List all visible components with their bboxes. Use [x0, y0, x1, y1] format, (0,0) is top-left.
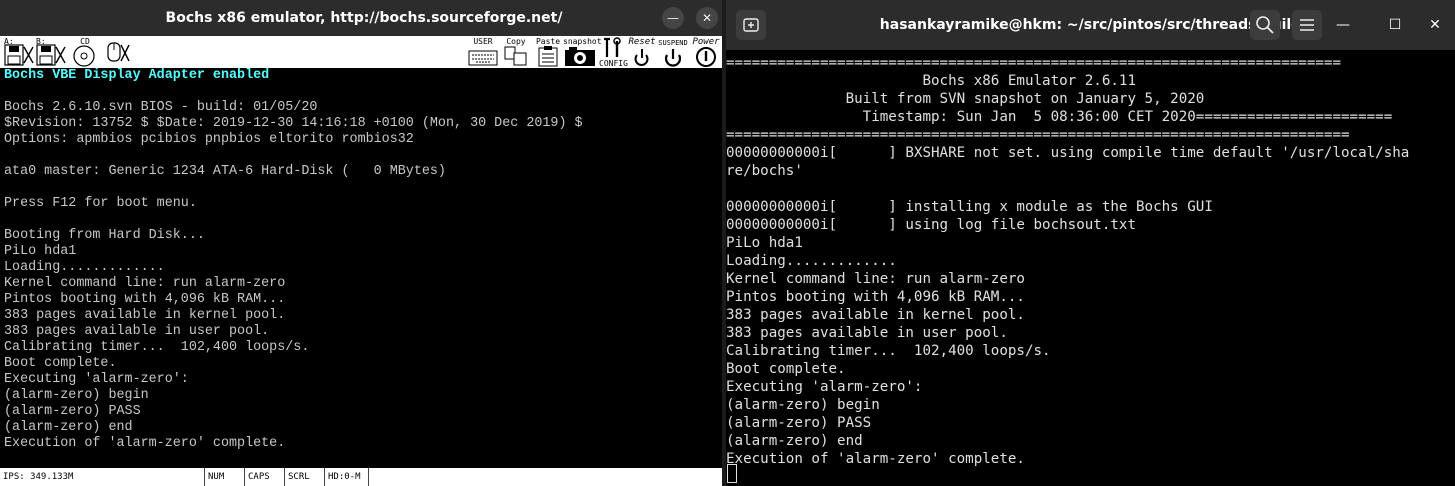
bochs-console-line: Boot complete. — [4, 356, 117, 371]
cdrom-button[interactable]: CD — [70, 37, 100, 67]
bochs-console-output: Bochs VBE Display Adapter enabled Bochs … — [4, 68, 720, 452]
terminal-close-button[interactable]: ✕ — [1422, 12, 1448, 38]
bochs-titlebar[interactable]: Bochs x86 emulator, http://bochs.sourcef… — [0, 0, 722, 36]
bochs-window: Bochs x86 emulator, http://bochs.sourcef… — [0, 0, 722, 486]
terminal-titlebar[interactable]: hasankayramike@hkm: ~/src/pintos/src/thr… — [726, 0, 1455, 50]
caps-lock-indicator: CAPS — [244, 468, 284, 486]
hd-activity-indicator: HD:0-M — [324, 468, 368, 486]
bochs-window-title: Bochs x86 emulator, http://bochs.sourcef… — [165, 10, 563, 26]
suspend-icon — [664, 49, 682, 67]
bochs-console-line: ata0 master: Generic 1234 ATA-6 Hard-Dis… — [4, 164, 446, 179]
bochs-console-line: $Revision: 13752 $ $Date: 2019-12-30 14:… — [4, 116, 583, 131]
bochs-console-line: Executing 'alarm-zero': — [4, 372, 189, 387]
terminal-minimize-button[interactable]: — — [1330, 12, 1356, 38]
bochs-console-lines: Bochs 2.6.10.svn BIOS - build: 01/05/20 … — [4, 100, 583, 451]
wrench-icon — [604, 37, 621, 57]
cdrom-icon — [73, 45, 95, 67]
bochs-console-line: (alarm-zero) end — [4, 420, 133, 435]
paste-button[interactable]: Paste — [534, 37, 562, 67]
reset-button[interactable]: Reset — [628, 37, 656, 67]
bochs-toolbar: A: B: CD USER Copy Paste snapshot CONFIG… — [0, 36, 722, 69]
user-label: USER — [473, 37, 493, 46]
terminal-window: hasankayramike@hkm: ~/src/pintos/src/thr… — [726, 0, 1455, 486]
new-tab-button[interactable] — [736, 10, 766, 40]
bochs-statusbar: IPS: 349.133M NUM CAPS SCRL HD:0-M — [0, 468, 722, 486]
bochs-console-line: Execution of 'alarm-zero' complete. — [4, 436, 286, 451]
floppy-b-button[interactable]: B: — [36, 37, 66, 67]
clipboard-icon — [538, 46, 558, 67]
bochs-console-line: Calibrating timer... 102,400 loops/s. — [4, 340, 310, 355]
user-button[interactable]: USER — [468, 37, 498, 67]
bochs-console-line: Loading............. — [4, 260, 165, 275]
bochs-vga-screen[interactable]: Bochs VBE Display Adapter enabled Bochs … — [0, 68, 722, 468]
bochs-console-line: 383 pages available in kernel pool. — [4, 308, 286, 323]
new-tab-icon — [743, 18, 759, 32]
bochs-console-line: Pintos booting with 4,096 kB RAM... — [4, 292, 286, 307]
power-button[interactable]: Power — [692, 37, 720, 67]
bochs-console-line: (alarm-zero) PASS — [4, 404, 141, 419]
bochs-console-line: (alarm-zero) begin — [4, 388, 149, 403]
terminal-search-button[interactable] — [1250, 10, 1280, 40]
hamburger-menu-icon — [1300, 19, 1314, 31]
bochs-console-line: Kernel command line: run alarm-zero — [4, 276, 286, 291]
vbe-status-line: Bochs VBE Display Adapter enabled — [4, 68, 270, 83]
mouse-icon — [107, 42, 130, 62]
floppy-b-icon — [36, 44, 66, 66]
search-icon — [1256, 16, 1274, 34]
camera-icon — [565, 47, 595, 66]
terminal-maximize-button[interactable]: ☐ — [1382, 12, 1408, 38]
ips-indicator: IPS: 349.133M — [3, 472, 74, 482]
bochs-console-line: Bochs 2.6.10.svn BIOS - build: 01/05/20 — [4, 100, 318, 115]
reset-icon — [634, 49, 649, 66]
num-lock-indicator: NUM — [204, 468, 244, 486]
terminal-cursor — [727, 464, 737, 483]
copy-button[interactable]: Copy — [502, 37, 530, 67]
bochs-console-line: PiLo hda1 — [4, 244, 77, 259]
bochs-console-line: Press F12 for boot menu. — [4, 196, 197, 211]
bochs-minimize-button[interactable]: — — [662, 7, 684, 29]
bochs-console-line: 383 pages available in user pool. — [4, 324, 270, 339]
keyboard-icon — [468, 50, 498, 66]
bochs-console-line: Options: apmbios pcibios pnpbios eltorit… — [4, 132, 414, 147]
bochs-console-line: Booting from Hard Disk... — [4, 228, 205, 243]
bochs-close-button[interactable]: ✕ — [696, 7, 718, 29]
scroll-lock-indicator: SCRL — [284, 468, 324, 486]
floppy-a-icon — [4, 44, 34, 66]
power-icon — [696, 47, 716, 67]
floppy-a-button[interactable]: A: — [4, 37, 34, 67]
mouse-toggle-button[interactable] — [102, 37, 132, 67]
copy-icon — [504, 46, 527, 66]
reset-label: Reset — [628, 37, 656, 47]
config-button[interactable]: CONFIG — [599, 37, 628, 68]
terminal-menu-button[interactable] — [1292, 10, 1322, 40]
statusbar-spacer — [368, 468, 722, 486]
suspend-button[interactable]: SUSPEND — [656, 37, 690, 67]
suspend-label: SUSPEND — [658, 39, 688, 47]
terminal-output[interactable]: ========================================… — [726, 54, 1455, 468]
config-label: CONFIG — [599, 59, 628, 68]
snapshot-button[interactable]: snapshot — [563, 37, 602, 67]
